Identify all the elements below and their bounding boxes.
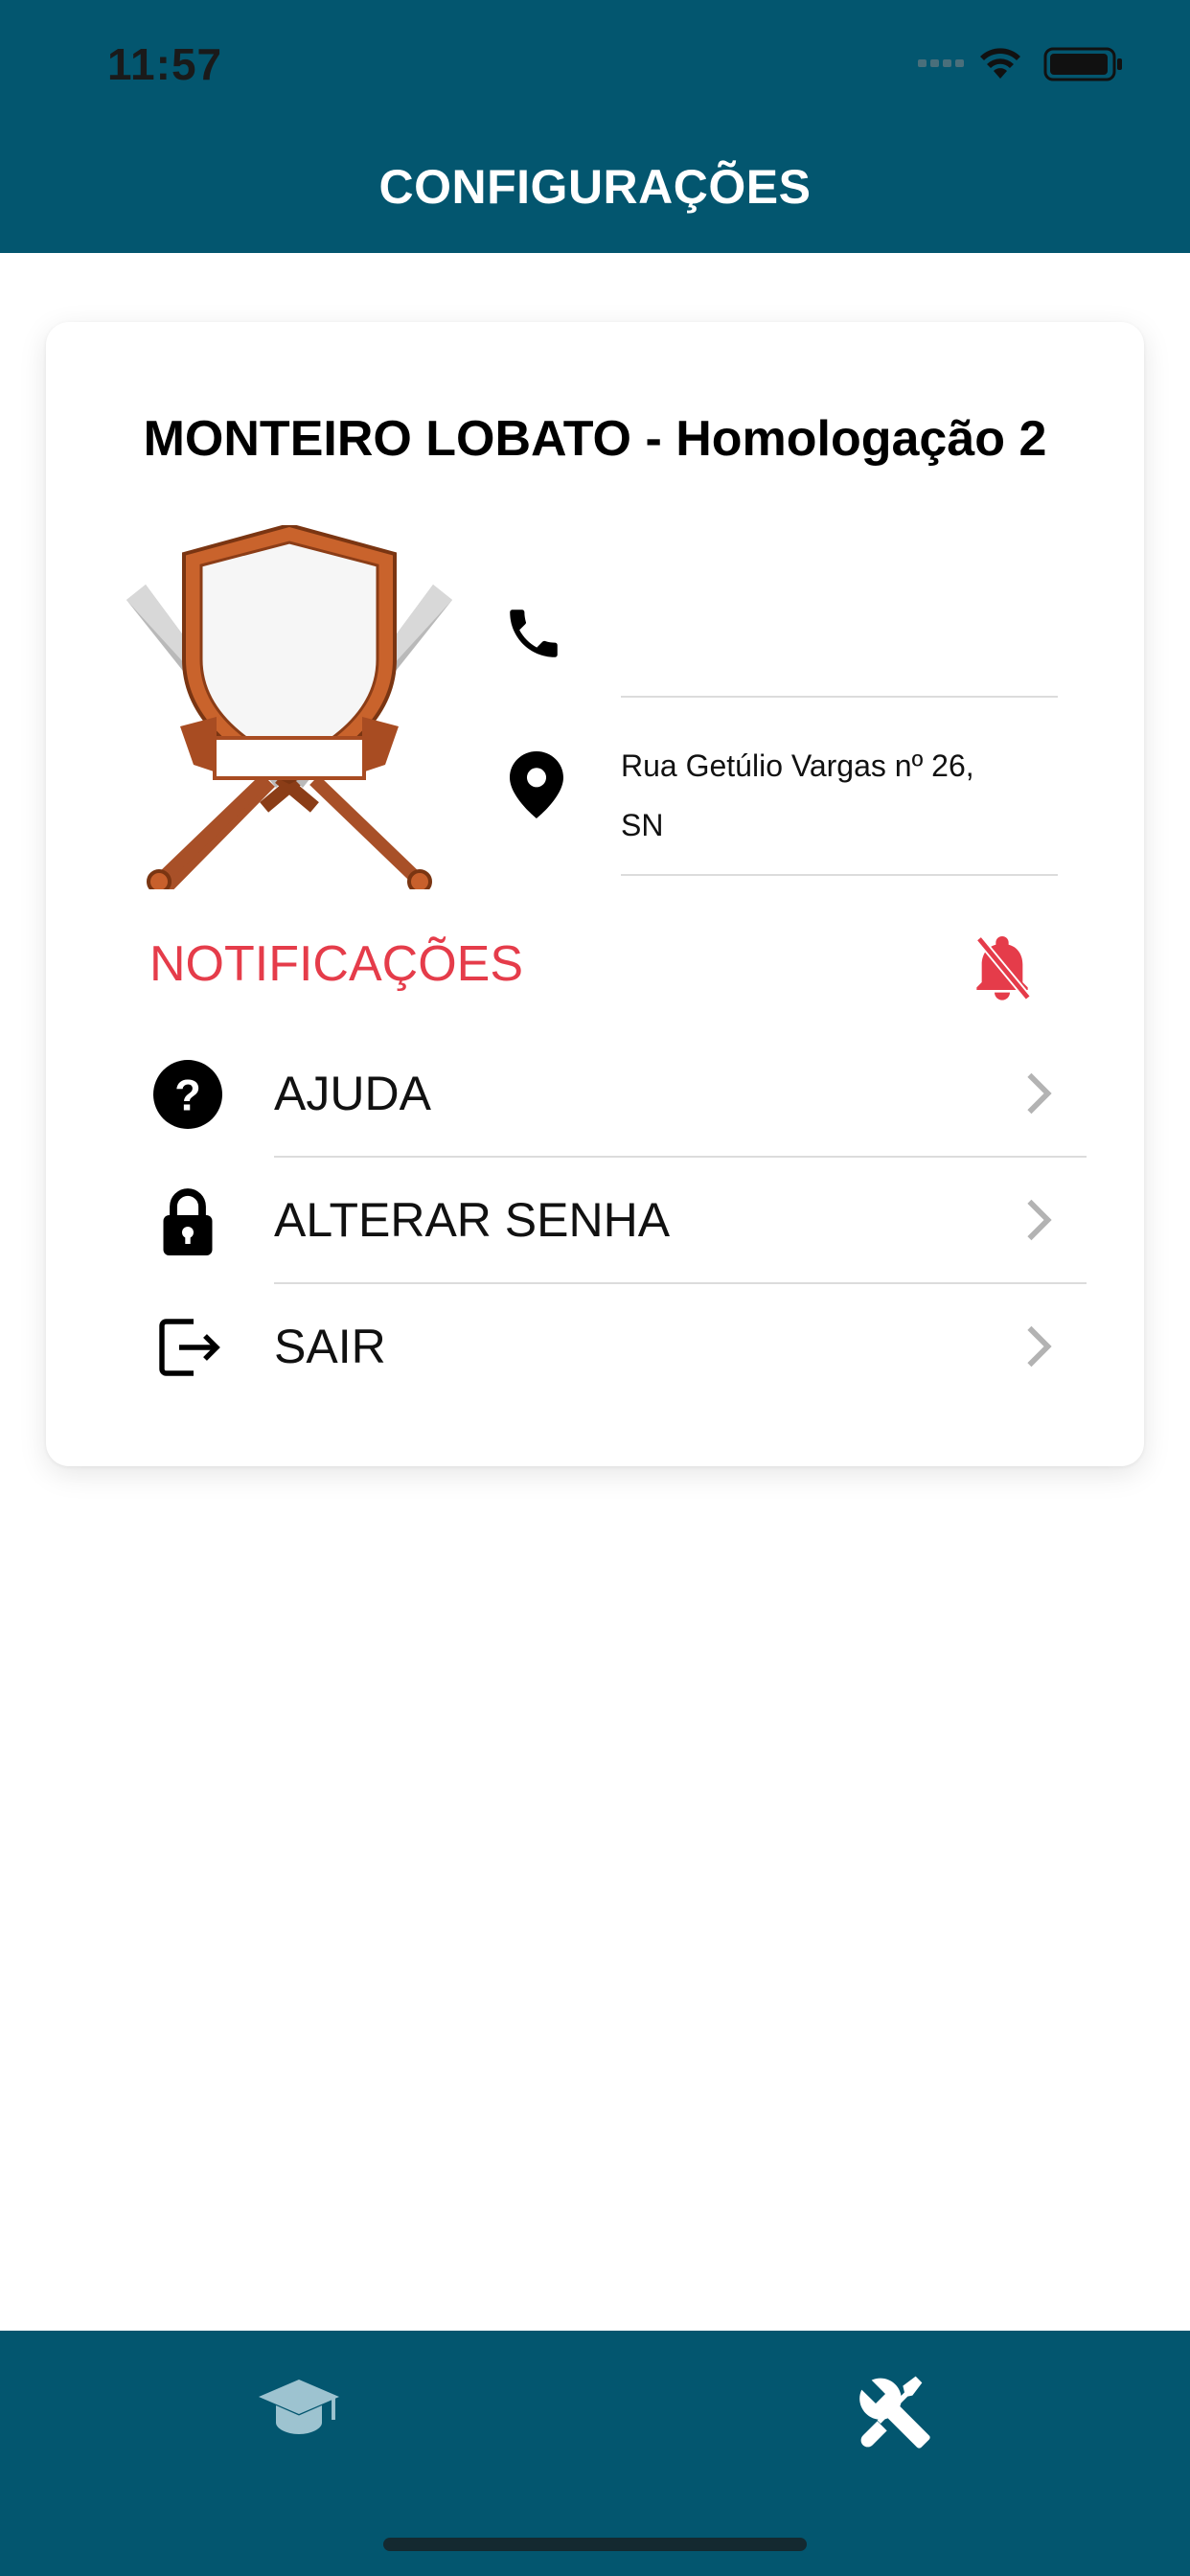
menu-item-logout[interactable]: SAIR — [46, 1284, 1144, 1411]
bell-off-icon[interactable] — [972, 933, 1033, 1000]
tab-education[interactable] — [155, 2331, 443, 2484]
address-line-2: SN — [621, 808, 664, 842]
address-line-1: Rua Getúlio Vargas nº 26, — [621, 748, 974, 783]
chevron-right-icon — [1027, 1199, 1052, 1241]
menu-item-label: AJUDA — [274, 1067, 431, 1120]
home-indicator — [383, 2538, 807, 2551]
tab-settings[interactable] — [749, 2331, 1037, 2484]
chevron-right-icon — [1027, 1072, 1052, 1115]
menu-item-label: SAIR — [274, 1320, 386, 1373]
page-title: CONFIGURAÇÕES — [378, 160, 812, 214]
logout-icon — [159, 1319, 220, 1376]
menu-item-change-password[interactable]: ALTERAR SENHA — [46, 1158, 1144, 1284]
cellular-signal-icon — [918, 59, 964, 67]
status-time: 11:57 — [107, 39, 223, 89]
tools-icon — [859, 2376, 930, 2449]
address-divider — [621, 874, 1058, 876]
school-name: MONTEIRO LOBATO - Homologação 2 — [143, 411, 1047, 467]
notifications-label: NOTIFICAÇÕES — [149, 936, 524, 992]
battery-icon — [1043, 47, 1122, 81]
menu-item-help[interactable]: ? AJUDA — [46, 1031, 1144, 1158]
help-circle-icon: ? — [153, 1060, 222, 1129]
wifi-icon — [980, 48, 1020, 79]
top-header: 11:57 CONFIGURAÇÕES — [0, 0, 1190, 253]
graduation-cap-icon — [259, 2380, 339, 2434]
school-card: MONTEIRO LOBATO - Homologação 2 Rua Getú… — [46, 322, 1144, 1466]
school-crest-logo — [126, 525, 452, 889]
status-icons — [918, 47, 1122, 81]
menu-item-label: ALTERAR SENHA — [274, 1193, 671, 1247]
svg-text:?: ? — [174, 1071, 201, 1120]
chevron-right-icon — [1027, 1325, 1052, 1368]
lock-icon — [163, 1188, 213, 1255]
phone-icon[interactable] — [502, 602, 565, 665]
location-pin-icon — [510, 751, 563, 818]
address-text: Rua Getúlio Vargas nº 26, SN — [621, 736, 1042, 855]
phone-divider — [621, 696, 1058, 698]
